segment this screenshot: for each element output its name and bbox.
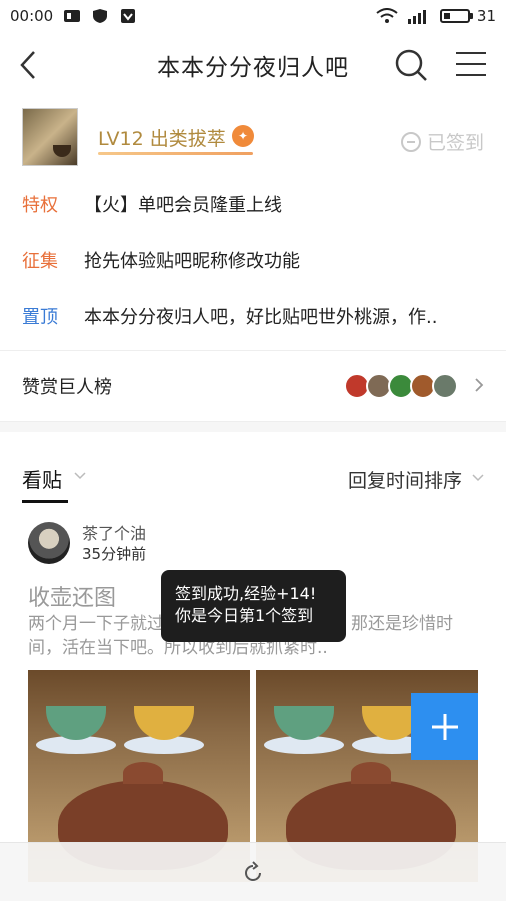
- post-username[interactable]: 茶了个油: [82, 520, 146, 544]
- notice-collect[interactable]: 征集 抢先体验贴吧昵称修改功能: [0, 232, 506, 288]
- shield-icon: [93, 9, 108, 23]
- reward-label: 赞赏巨人榜: [22, 377, 112, 398]
- level-progress: [98, 152, 253, 155]
- section-divider: [0, 421, 506, 432]
- sign-in-toast: 签到成功,经验+14! 你是今日第1个签到: [161, 570, 346, 642]
- reward-ranking-row[interactable]: 赞赏巨人榜: [0, 351, 506, 421]
- shield-check-icon: [121, 9, 136, 23]
- bottom-bar: [0, 842, 506, 901]
- post-card[interactable]: 茶了个油 35分钟前 收壶还图 两个月一下子就过去了，时间如流光匆匆，那还是珍惜…: [0, 502, 506, 882]
- status-time: 00:00: [10, 7, 54, 25]
- sign-in-icon: [400, 131, 421, 152]
- notice-text: 【火】单吧会员隆重上线: [84, 195, 282, 216]
- search-icon[interactable]: [394, 48, 428, 82]
- wifi-icon: [376, 8, 398, 23]
- top-nav: 本本分分夜归人吧: [0, 32, 506, 98]
- level-badge-icon: ✦: [232, 125, 254, 147]
- avatar[interactable]: [28, 522, 70, 564]
- forum-header: LV12 出类拔萃 ✦ 已签到: [0, 98, 506, 176]
- forum-level: LV12 出类拔萃: [98, 128, 226, 150]
- post-time: 35分钟前: [82, 545, 147, 563]
- post-title[interactable]: 收壶还图: [28, 580, 116, 612]
- forum-avatar[interactable]: [22, 108, 78, 166]
- new-post-button[interactable]: [411, 693, 478, 760]
- avatar: [432, 373, 458, 399]
- toast-line-2: 你是今日第1个签到: [175, 606, 314, 625]
- chevron-right-icon: [475, 378, 484, 392]
- reward-avatars: [344, 373, 458, 399]
- chevron-down-icon[interactable]: [472, 474, 484, 482]
- signed-in-button[interactable]: 已签到: [400, 128, 484, 155]
- refresh-icon[interactable]: [241, 861, 265, 885]
- notice-privilege[interactable]: 特权 【火】单吧会员隆重上线: [0, 176, 506, 232]
- toast-line-1: 签到成功,经验+14!: [175, 584, 317, 603]
- tab-watch-posts[interactable]: 看贴: [22, 464, 62, 493]
- forum-title: 本本分分夜归人吧: [157, 55, 349, 81]
- signed-label: 已签到: [426, 132, 484, 154]
- battery-level: 31: [476, 7, 496, 25]
- sort-dropdown[interactable]: 回复时间排序: [348, 466, 462, 493]
- notice-tag: 特权: [22, 195, 58, 216]
- signal-icon: [407, 10, 426, 24]
- notice-tag: 征集: [22, 251, 58, 272]
- battery-icon: [439, 9, 470, 23]
- notice-text: 本本分分夜归人吧，好比贴吧世外桃源，作..: [84, 307, 438, 328]
- notice-tag: 置顶: [22, 307, 58, 328]
- notice-pinned[interactable]: 置顶 本本分分夜归人吧，好比贴吧世外桃源，作..: [0, 288, 506, 344]
- status-bar: 00:00 31: [0, 0, 506, 32]
- chevron-down-icon[interactable]: [74, 472, 86, 480]
- menu-icon[interactable]: [456, 51, 486, 77]
- battery-indicator: 31: [439, 7, 496, 25]
- notice-text: 抢先体验贴吧昵称修改功能: [84, 251, 300, 272]
- sim-card-icon: [64, 10, 81, 22]
- back-arrow-icon[interactable]: [14, 50, 44, 80]
- post-tabs: 看贴 回复时间排序: [0, 432, 506, 503]
